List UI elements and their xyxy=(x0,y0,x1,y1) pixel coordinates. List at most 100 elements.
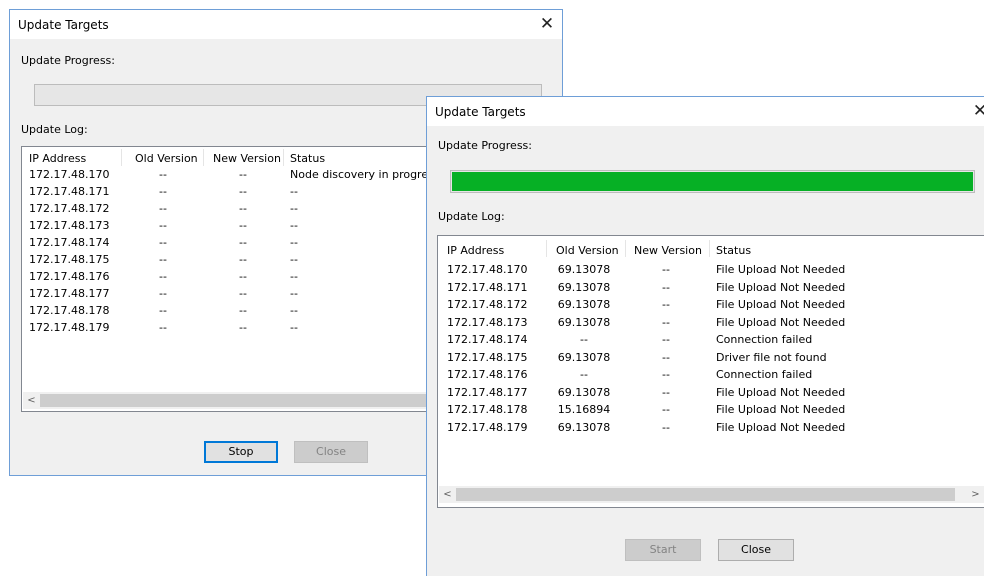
row-old-version: -- xyxy=(159,219,167,232)
row-new-version: -- xyxy=(662,350,670,364)
row-ip-address[interactable]: 172.17.48.176 xyxy=(447,368,527,381)
row-old-version: -- xyxy=(159,304,167,317)
row-status: -- xyxy=(290,304,298,317)
row-old-version: -- xyxy=(159,236,167,249)
row-old-version: -- xyxy=(159,185,167,198)
close-button[interactable]: Close xyxy=(294,441,368,463)
row-ip-address[interactable]: 172.17.48.171 xyxy=(447,281,527,294)
row-new-version: -- xyxy=(662,420,670,434)
row-old-version: -- xyxy=(580,368,588,381)
row-new-version: -- xyxy=(662,385,670,399)
row-status: File Upload Not Needed xyxy=(716,420,846,434)
row-ip-address[interactable]: 172.17.48.179 xyxy=(29,321,109,334)
row-old-version: 69.13078 xyxy=(557,315,611,329)
dialog-title: Update Targets xyxy=(435,105,526,119)
row-old-version: 69.13078 xyxy=(557,385,611,399)
horizontal-scrollbar[interactable]: < > xyxy=(439,486,984,503)
row-status: File Upload Not Needed xyxy=(716,263,846,276)
update-log-label: Update Log: xyxy=(21,123,88,136)
update-progress-label: Update Progress: xyxy=(438,139,532,152)
col-header-old-version[interactable]: Old Version xyxy=(556,244,619,257)
row-old-version: 15.16894 xyxy=(557,403,611,416)
row-new-version: -- xyxy=(239,253,247,266)
col-header-ip[interactable]: IP Address xyxy=(29,152,86,165)
row-new-version: -- xyxy=(239,321,247,334)
row-old-version: -- xyxy=(159,270,167,283)
row-status: File Upload Not Needed xyxy=(716,280,846,294)
row-old-version: 69.13078 xyxy=(557,280,611,294)
row-ip-address[interactable]: 172.17.48.171 xyxy=(29,185,109,198)
col-header-status[interactable]: Status xyxy=(290,152,325,165)
row-ip-address[interactable]: 172.17.48.178 xyxy=(29,304,109,317)
row-ip-address[interactable]: 172.17.48.175 xyxy=(29,253,109,266)
row-ip-address[interactable]: 172.17.48.170 xyxy=(29,168,109,181)
col-header-new-version[interactable]: New Version xyxy=(213,152,281,165)
row-status: -- xyxy=(290,185,298,198)
row-status: -- xyxy=(290,270,298,283)
row-ip-address[interactable]: 172.17.48.176 xyxy=(29,270,109,283)
row-ip-address[interactable]: 172.17.48.172 xyxy=(447,298,527,311)
scroll-thumb[interactable] xyxy=(456,488,955,501)
row-new-version: -- xyxy=(239,270,247,283)
row-status: File Upload Not Needed xyxy=(716,385,846,399)
update-log-label: Update Log: xyxy=(438,210,505,223)
row-ip-address[interactable]: 172.17.48.178 xyxy=(447,403,527,416)
close-icon[interactable]: ✕ xyxy=(970,101,984,121)
row-status: Connection failed xyxy=(716,368,813,381)
row-old-version: -- xyxy=(159,253,167,266)
row-ip-address[interactable]: 172.17.48.173 xyxy=(447,316,527,329)
row-ip-address[interactable]: 172.17.48.172 xyxy=(29,202,109,215)
row-old-version: -- xyxy=(159,287,167,300)
row-status: Connection failed xyxy=(716,333,813,346)
row-new-version: -- xyxy=(239,219,247,232)
row-status: -- xyxy=(290,219,298,232)
row-new-version: -- xyxy=(662,333,670,346)
update-targets-dialog-front: Update Targets ✕ Update Progress: Update… xyxy=(426,96,984,576)
row-new-version: -- xyxy=(239,287,247,300)
row-new-version: -- xyxy=(662,280,670,294)
row-ip-address[interactable]: 172.17.48.177 xyxy=(447,386,527,399)
title-bar[interactable]: Update Targets ✕ xyxy=(427,97,984,126)
row-ip-address[interactable]: 172.17.48.174 xyxy=(447,333,527,346)
row-old-version: -- xyxy=(159,321,167,334)
row-new-version: -- xyxy=(239,168,247,181)
col-header-status[interactable]: Status xyxy=(716,244,751,257)
row-ip-address[interactable]: 172.17.48.175 xyxy=(447,351,527,364)
row-ip-address[interactable]: 172.17.48.174 xyxy=(29,236,109,249)
scroll-left-arrow-icon[interactable]: < xyxy=(439,486,456,503)
close-button[interactable]: Close xyxy=(718,539,794,561)
row-old-version: 69.13078 xyxy=(557,298,611,311)
row-old-version: 69.13078 xyxy=(557,420,611,434)
close-icon[interactable]: ✕ xyxy=(537,14,557,34)
row-status: File Upload Not Needed xyxy=(716,298,846,311)
row-ip-address[interactable]: 172.17.48.170 xyxy=(447,263,527,276)
col-header-new-version[interactable]: New Version xyxy=(634,244,702,257)
title-bar[interactable]: Update Targets ✕ xyxy=(10,10,562,39)
row-old-version: -- xyxy=(159,168,167,181)
dialog-title: Update Targets xyxy=(18,18,109,32)
progress-fill xyxy=(452,172,973,191)
row-status: File Upload Not Needed xyxy=(716,403,846,416)
scroll-left-arrow-icon[interactable]: < xyxy=(23,392,40,409)
row-status: File Upload Not Needed xyxy=(716,315,846,329)
row-status: -- xyxy=(290,287,298,300)
row-new-version: -- xyxy=(239,236,247,249)
row-ip-address[interactable]: 172.17.48.173 xyxy=(29,219,109,232)
col-header-old-version[interactable]: Old Version xyxy=(135,152,198,165)
row-ip-address[interactable]: 172.17.48.177 xyxy=(29,287,109,300)
row-new-version: -- xyxy=(239,304,247,317)
update-log-list[interactable]: IP Address Old Version New Version Statu… xyxy=(437,235,984,508)
row-status: Node discovery in progress xyxy=(290,168,440,181)
update-progress-label: Update Progress: xyxy=(21,54,115,67)
row-new-version: -- xyxy=(662,298,670,311)
update-progress-bar xyxy=(450,170,975,193)
row-new-version: -- xyxy=(662,368,670,381)
row-new-version: -- xyxy=(662,263,670,276)
row-ip-address[interactable]: 172.17.48.179 xyxy=(447,421,527,434)
row-old-version: -- xyxy=(159,202,167,215)
stop-button[interactable]: Stop xyxy=(204,441,278,463)
row-old-version: 69.13078 xyxy=(557,263,611,276)
scroll-right-arrow-icon[interactable]: > xyxy=(967,486,984,503)
col-header-ip[interactable]: IP Address xyxy=(447,244,504,257)
start-button[interactable]: Start xyxy=(625,539,701,561)
